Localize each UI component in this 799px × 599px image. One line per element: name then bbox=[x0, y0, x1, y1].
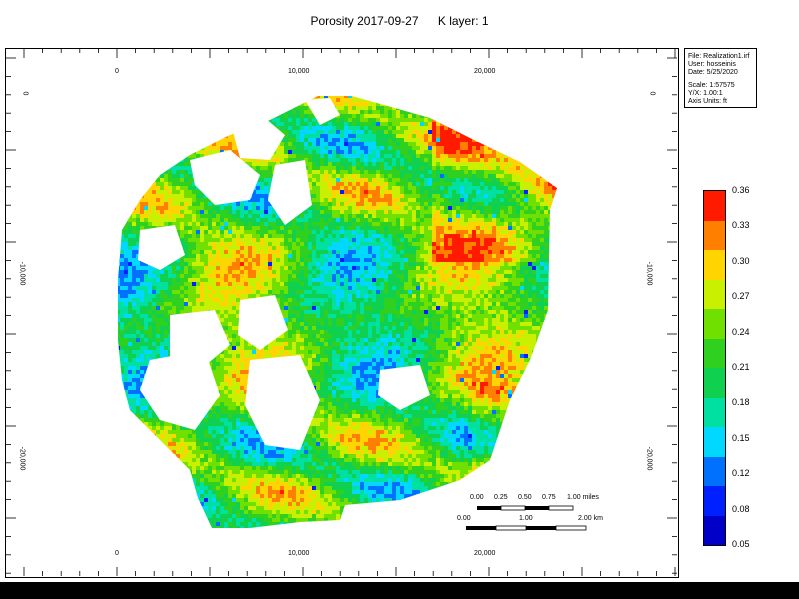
scale-km-2: 2.00 km bbox=[578, 515, 603, 522]
scale-miles-0: 0.00 bbox=[470, 494, 484, 501]
scale-miles-2: 0.50 bbox=[518, 494, 532, 501]
bottom-bar bbox=[0, 582, 799, 599]
scale-bar bbox=[466, 505, 587, 531]
scale-km-1: 1.00 bbox=[519, 515, 533, 522]
scale-miles-4: 1.00 miles bbox=[567, 494, 599, 501]
scale-km-0: 0.00 bbox=[457, 515, 471, 522]
scale-miles-3: 0.75 bbox=[542, 494, 556, 501]
scale-miles-1: 0.25 bbox=[494, 494, 508, 501]
